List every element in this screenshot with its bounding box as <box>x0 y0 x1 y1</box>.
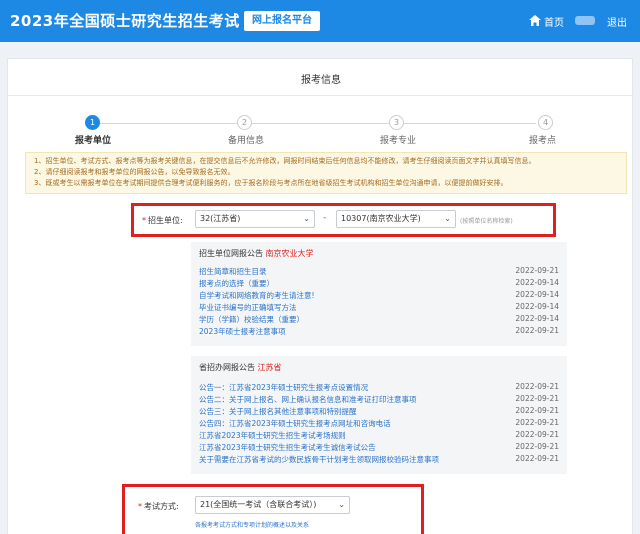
chevron-down-icon: ⌄ <box>338 500 345 509</box>
step-3-label: 报考专业 <box>380 136 417 146</box>
province-select[interactable]: 32(江苏省) ⌄ <box>195 210 315 228</box>
announcement-row[interactable]: 2023年硕士报考注意事项 2022-09-21 <box>199 326 559 338</box>
platform-badge[interactable]: 网上报名平台 <box>244 11 320 31</box>
card-divider <box>8 95 634 96</box>
school-announcement-heading: 招生单位网报公告 南京农业大学 <box>199 249 314 258</box>
announcement-row[interactable]: 报考点的选择（重要） 2022-09-14 <box>199 278 559 290</box>
card-title: 报考信息 <box>301 75 341 86</box>
chevron-down-icon: ⌄ <box>303 214 310 223</box>
school-hint: (按照单位名称检索) <box>460 218 513 225</box>
announcement-row[interactable]: 公告三：关于网上报名其他注意事项和特别提醒 2022-09-21 <box>199 406 559 418</box>
step-4-indicator: 4 <box>538 115 553 130</box>
step-connector <box>100 123 238 124</box>
exam-method-note[interactable]: 各报考考试方式和专项计划的概述以及关系 <box>195 520 309 529</box>
announcement-row[interactable]: 江苏省2023年硕士研究生招生考试考生诚信考试公告 2022-09-21 <box>199 442 559 454</box>
announcement-row[interactable]: 公告二：关于网上报名、网上确认报名信息和准考证打印注意事项 2022-09-21 <box>199 394 559 406</box>
announcement-row[interactable]: 招生简章和招生目录 2022-09-21 <box>199 266 559 278</box>
notice-box: 1、招生单位、考试方式、报考点等为报考关键信息，在提交信息后不允许修改，网报时间… <box>25 152 627 194</box>
step-connector <box>404 123 536 124</box>
home-icon[interactable] <box>529 15 541 26</box>
logout-link[interactable]: 退出 <box>607 14 627 29</box>
user-avatar[interactable] <box>575 16 595 25</box>
exam-method-select[interactable]: 21(全国统一考试（含联合考试）) ⌄ <box>195 496 350 514</box>
step-4-label: 报考点 <box>529 136 557 146</box>
site-title: 2023年全国硕士研究生招生考试 <box>10 12 240 30</box>
step-1-indicator: 1 <box>85 115 100 130</box>
top-header: 2023年全国硕士研究生招生考试 网上报名平台 首页 退出 <box>0 0 640 42</box>
school-select[interactable]: 10307(南京农业大学) ⌄ <box>336 210 456 228</box>
step-2-indicator: 2 <box>237 115 252 130</box>
notice-line: 1、招生单位、考试方式、报考点等为报考关键信息，在提交信息后不允许修改，网报时间… <box>34 157 536 165</box>
step-2-label: 备用信息 <box>228 136 265 146</box>
province-announcement-heading: 省招办网报公告 江苏省 <box>199 363 282 372</box>
chevron-down-icon: ⌄ <box>444 214 451 223</box>
province-announcement-panel: 省招办网报公告 江苏省 公告一：江苏省2023年硕士研究生报考点设置情况 2022… <box>191 356 567 474</box>
announcement-row[interactable]: 公告一：江苏省2023年硕士研究生报考点设置情况 2022-09-21 <box>199 382 559 394</box>
registration-card: 报考信息 1 2 3 4 报考单位 备用信息 报考专业 报考点 1、招生单位、考… <box>7 58 634 534</box>
announcement-row[interactable]: 公告四：江苏省2023年硕士研究生报考点网址和咨询电话 2022-09-21 <box>199 418 559 430</box>
announcement-row[interactable]: 学历（学籍）校验结果（重要） 2022-09-14 <box>199 314 559 326</box>
home-link[interactable]: 首页 <box>544 14 564 29</box>
separator-dash: - <box>323 213 327 223</box>
announcement-row[interactable]: 毕业证书编号的正确填写方法 2022-09-14 <box>199 302 559 314</box>
school-announcement-panel: 招生单位网报公告 南京农业大学 招生简章和招生目录 2022-09-21 报考点的… <box>191 242 567 346</box>
announcement-row[interactable]: 自学考试和网络教育的考生请注意! 2022-09-14 <box>199 290 559 302</box>
announcement-row[interactable]: 关于需要在江苏省考试的少数民族骨干计划考生领取网报校验码注意事项 2022-09-… <box>199 454 559 466</box>
step-connector <box>252 123 390 124</box>
step-3-indicator: 3 <box>389 115 404 130</box>
exam-method-label: * 考试方式: <box>138 502 179 511</box>
announcement-row[interactable]: 江苏省2023年硕士研究生招生考试考场规则 2022-09-21 <box>199 430 559 442</box>
unit-label: * 招生单位: <box>142 216 183 225</box>
notice-line: 2、请仔细阅读报考和报考单位的网报公告，以免导致报名无效。 <box>34 168 235 176</box>
notice-line: 3、既或考生以需报考单位在考试期间提供合理考试便利服务的，应于报名阶段与考点所在… <box>34 179 508 187</box>
step-1-label: 报考单位 <box>75 136 112 146</box>
